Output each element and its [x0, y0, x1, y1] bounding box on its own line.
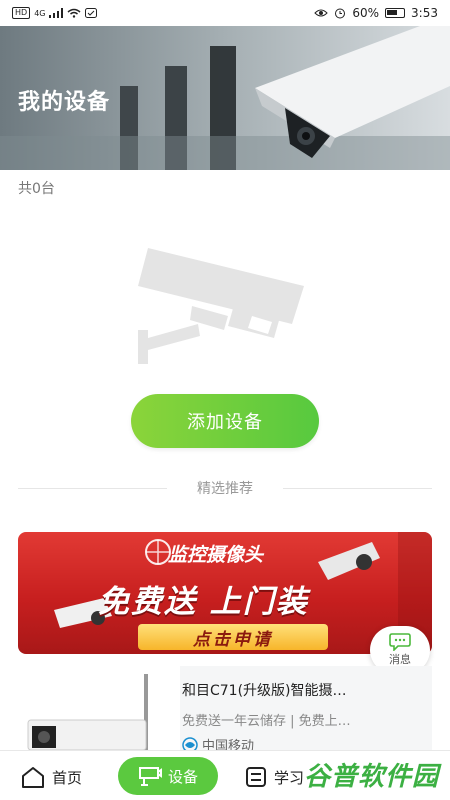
banner-main-text: 免费送 上门装 — [98, 584, 309, 620]
divider-line-left — [18, 487, 167, 489]
banner-headline: 监控摄像头 — [168, 544, 264, 566]
hd-badge: HD — [12, 7, 31, 19]
add-device-button[interactable]: 添加设备 — [131, 394, 319, 448]
message-label: 消息 — [389, 653, 411, 666]
watermark-logo: 谷普软件园 — [304, 762, 440, 792]
divider-line-right — [283, 487, 432, 489]
product-image — [18, 666, 162, 751]
product-card[interactable]: 和目C71(升级版)智能摄… 免费送一年云储存 | 免费上… 中国移动 — [18, 666, 432, 754]
chat-icon — [389, 633, 411, 651]
product-info: 和目C71(升级版)智能摄… 免费送一年云储存 | 免费上… 中国移动 — [180, 666, 432, 754]
hero-header: 我的设备 — [0, 26, 450, 170]
tab-home-label: 首页 — [52, 768, 83, 787]
clock: 3:53 — [411, 6, 438, 20]
alarm-icon — [335, 8, 346, 19]
camera-product-icon — [27, 674, 148, 751]
network-label: 4G — [34, 8, 46, 18]
recommend-label: 精选推荐 — [197, 481, 253, 497]
book-icon — [246, 767, 266, 787]
banner-cta[interactable]: 点击申请 — [138, 624, 328, 650]
camera-tab-icon — [138, 767, 162, 786]
wifi-icon — [68, 8, 81, 18]
tab-learn[interactable]: 学习 — [244, 761, 304, 793]
home-icon — [22, 767, 44, 788]
tab-devices-label: 设备 — [167, 767, 198, 786]
product-title: 和目C71(升级版)智能摄… — [182, 683, 347, 699]
device-count: 共0台 — [18, 181, 55, 197]
tab-devices[interactable]: 设备 — [118, 757, 218, 795]
tab-home[interactable]: 首页 — [20, 761, 82, 793]
page-title: 我的设备 — [18, 90, 111, 115]
eye-icon — [314, 9, 329, 17]
recommend-divider: 精选推荐 — [18, 478, 432, 498]
notification-icon — [85, 8, 98, 18]
battery-icon — [385, 8, 406, 18]
status-left: HD 4G — [12, 7, 98, 19]
tab-learn-label: 学习 — [274, 768, 305, 787]
camera-placeholder-icon — [138, 248, 304, 364]
status-bar: HD 4G 60% 3:53 — [0, 0, 450, 26]
product-subtitle: 免费送一年云储存 | 免费上… — [182, 714, 351, 729]
signal-icon — [49, 8, 64, 18]
battery-percent: 60% — [352, 6, 380, 20]
promo-banner[interactable]: 监控摄像头 免费送 上门装 点击申请 — [18, 532, 432, 654]
status-right: 60% 3:53 — [314, 6, 438, 20]
